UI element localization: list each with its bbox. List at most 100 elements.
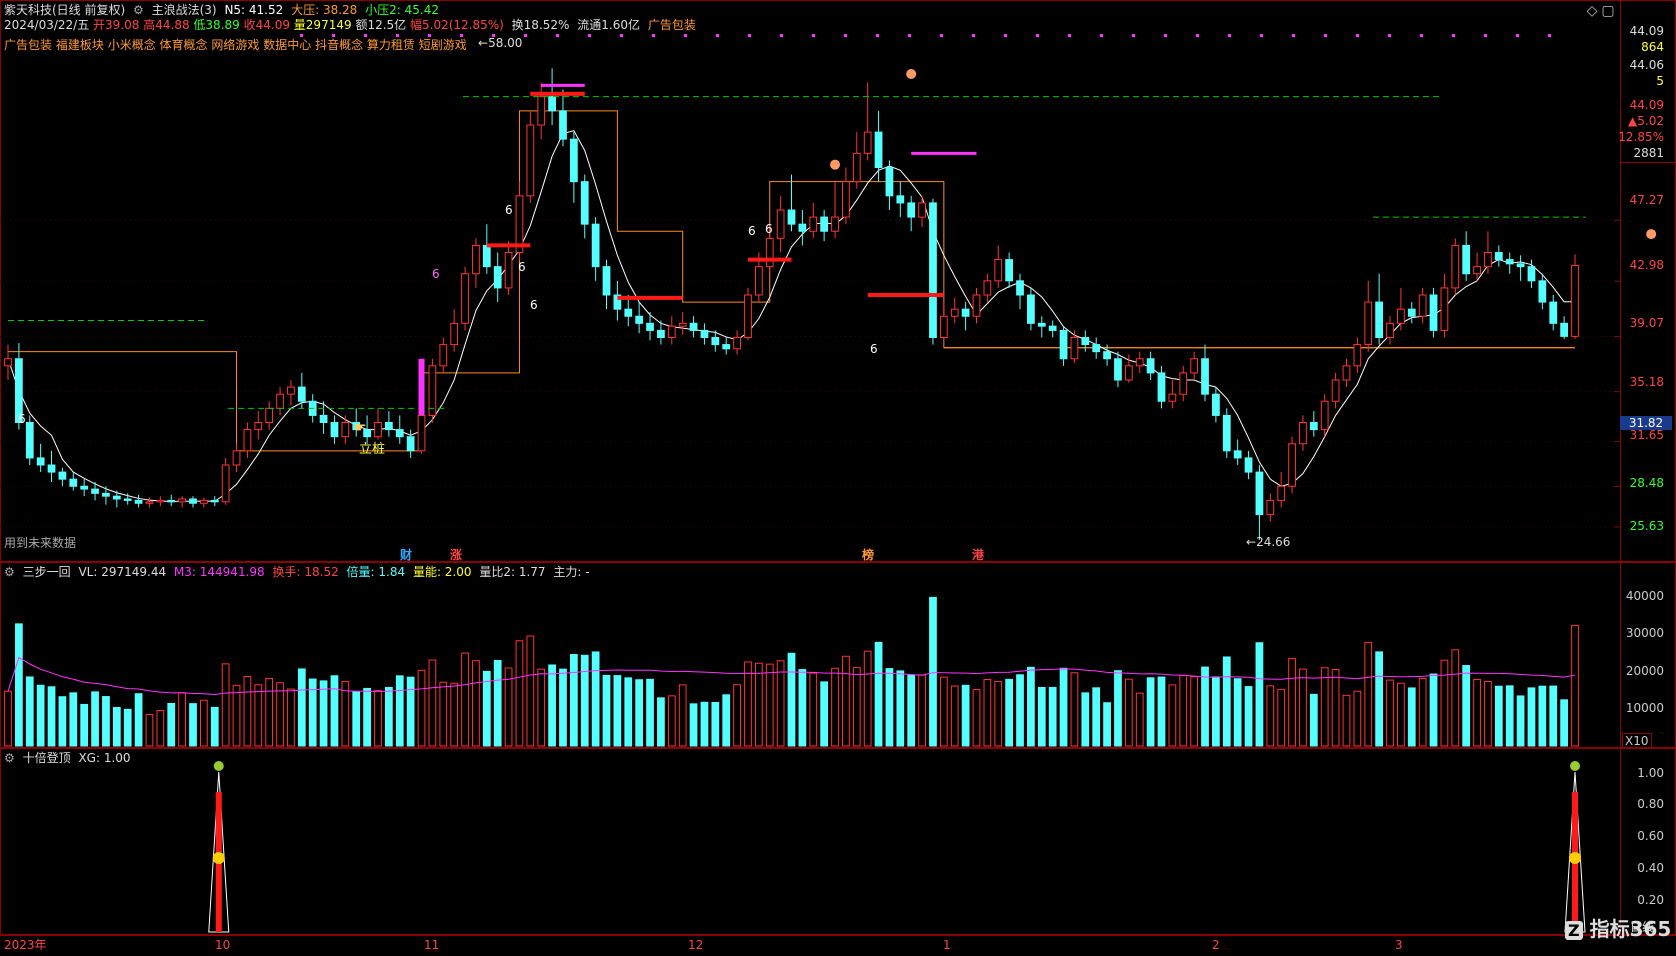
- candle-body: [1005, 259, 1014, 282]
- top-dot: [428, 34, 431, 37]
- volume-bar: [1429, 673, 1438, 747]
- peak-price-value: 58.00: [488, 36, 523, 50]
- gear-icon[interactable]: ⚙: [4, 565, 15, 579]
- turn-value: 换手: 18.52: [272, 565, 339, 579]
- candle-body: [80, 485, 89, 490]
- lizhuang-label: 立桩: [359, 442, 386, 457]
- top-dot: [1260, 34, 1263, 37]
- volume-bar: [537, 668, 546, 747]
- volume-bar: [352, 690, 361, 747]
- volume-bar: [646, 678, 654, 747]
- volume-bar: [1299, 668, 1307, 747]
- volume-bar: [798, 669, 807, 747]
- candle-body: [1505, 259, 1514, 265]
- candle-body: [1146, 358, 1155, 374]
- volume-bar: [1375, 651, 1383, 747]
- top-dot: [556, 34, 559, 37]
- candle-body: [776, 209, 785, 239]
- candle-body: [1059, 329, 1068, 360]
- volume-bar: [1168, 684, 1177, 747]
- volume-bar: [134, 693, 143, 747]
- marker-cai[interactable]: 财: [400, 548, 412, 562]
- volume-bar: [145, 714, 154, 747]
- volume-bar: [1331, 669, 1340, 747]
- brand-name: 指标365: [1589, 917, 1672, 941]
- candle-body: [842, 181, 850, 218]
- volume-bar: [765, 663, 774, 747]
- volume-bar: [526, 635, 535, 747]
- volume-bar: [210, 706, 219, 747]
- volume-bar: [1103, 702, 1111, 747]
- candle-body: [559, 110, 567, 140]
- top-dot: [812, 34, 815, 37]
- candle-body: [25, 422, 34, 459]
- x-axis-label: 12: [688, 938, 704, 952]
- x-axis-label: 1: [943, 938, 951, 952]
- candle-body: [504, 252, 513, 289]
- marker-bang[interactable]: 榜: [862, 548, 874, 562]
- candle-body: [167, 499, 176, 503]
- candle-body: [765, 237, 774, 268]
- volume-bar: [1364, 641, 1373, 747]
- candle-body: [1179, 372, 1188, 395]
- candle-body: [689, 322, 698, 331]
- volume-bar: [200, 699, 208, 747]
- peak-icon: [1646, 229, 1657, 240]
- top-dot: [748, 34, 751, 37]
- candle-body: [711, 337, 720, 346]
- six-marker: 6: [18, 412, 26, 426]
- candle-body: [863, 131, 872, 154]
- candle-body: [831, 216, 839, 232]
- volume-bar: [1092, 687, 1101, 747]
- volume-bar: [1233, 678, 1242, 747]
- volume-bar: [1059, 667, 1068, 747]
- volume-bar: [874, 641, 883, 747]
- volume-bar: [482, 670, 491, 747]
- candle-body: [1233, 450, 1242, 459]
- candle-body: [102, 492, 110, 497]
- candle-body: [482, 244, 491, 268]
- volume-bar: [515, 640, 524, 747]
- top-dot: [1196, 34, 1199, 37]
- candle-body: [319, 414, 328, 423]
- candle-body: [1516, 263, 1525, 268]
- candle-body: [1375, 301, 1383, 339]
- volume-bar: [733, 684, 741, 747]
- candlestick-chart[interactable]: [0, 0, 1676, 955]
- candle-body: [580, 181, 589, 225]
- candle-body: [1037, 322, 1046, 327]
- top-dot: [588, 34, 591, 37]
- volume-bar: [1462, 665, 1471, 747]
- brand-logo[interactable]: Z 指标365: [1565, 913, 1671, 942]
- volume-bar: [1135, 692, 1144, 747]
- volume-bar: [15, 623, 23, 747]
- x-axis-label: 3: [1395, 938, 1403, 952]
- volume-bar: [1494, 685, 1503, 747]
- volume-bar: [232, 684, 241, 747]
- candle-body: [287, 386, 295, 395]
- candle-body: [1048, 325, 1057, 331]
- candle-body: [885, 167, 894, 197]
- price-axis-label: 42.98: [1629, 258, 1664, 272]
- volume-bar: [439, 681, 448, 747]
- candle-body: [929, 202, 937, 338]
- cursor-price-tag[interactable]: 31.82: [1620, 416, 1672, 430]
- top-dot: [396, 34, 399, 37]
- volume-bar: [374, 690, 382, 747]
- candle-body: [657, 329, 665, 338]
- marker-gang[interactable]: 港: [972, 548, 984, 562]
- volume-bar: [1484, 681, 1492, 747]
- candle-body: [493, 266, 502, 289]
- candle-body: [1277, 485, 1286, 501]
- gear-icon[interactable]: ⚙: [4, 751, 15, 765]
- volume-bar: [972, 689, 981, 747]
- volume-title[interactable]: 三步一回: [23, 565, 71, 579]
- candle-body: [1560, 322, 1568, 337]
- candle-body: [1440, 287, 1449, 331]
- bei-value: 倍量: 1.84: [346, 565, 406, 579]
- signal-title[interactable]: 十倍登顶: [23, 751, 71, 765]
- top-dot: [684, 34, 687, 37]
- marker-zhang[interactable]: 涨: [450, 548, 462, 562]
- candle-body: [112, 495, 121, 500]
- candle-body: [678, 322, 687, 327]
